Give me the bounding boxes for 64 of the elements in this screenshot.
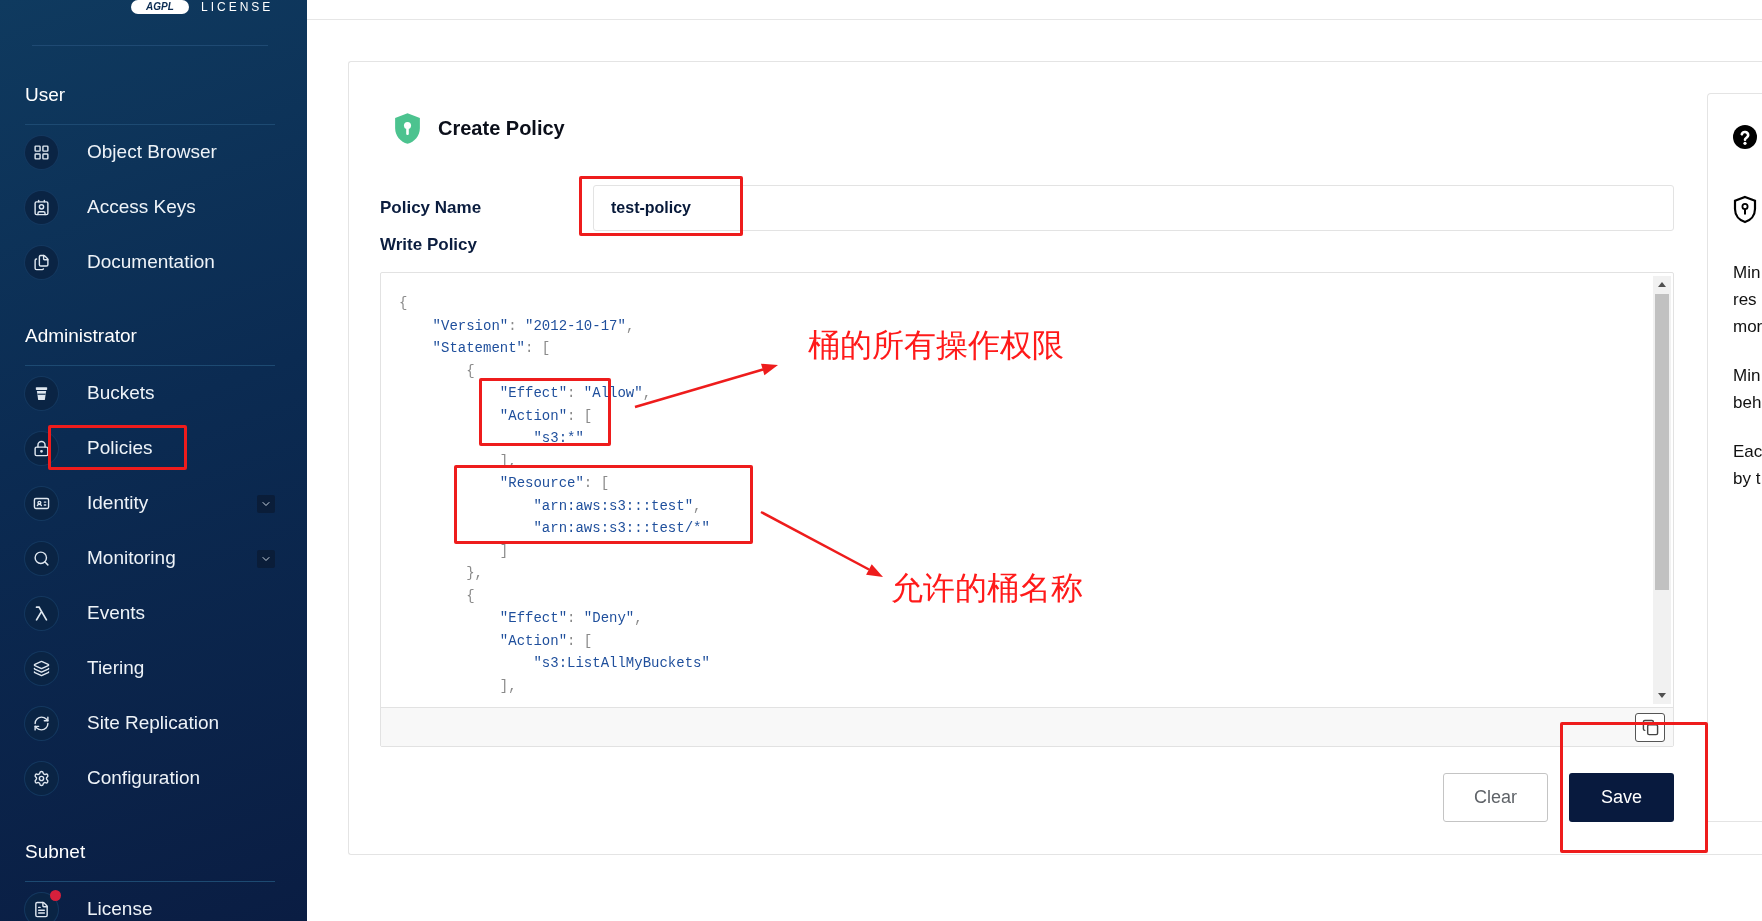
- sidebar-item[interactable]: Access Keys: [25, 180, 275, 235]
- code-line: "arn:aws:s3:::test",: [532, 496, 702, 516]
- field-label: Write Policy: [380, 234, 478, 256]
- scroll-up-arrow-icon[interactable]: [1658, 282, 1666, 287]
- id-card-icon: [25, 191, 58, 224]
- code-line: {: [465, 586, 475, 606]
- code-line: "s3:*": [532, 429, 584, 448]
- section-heading: Administrator: [25, 324, 138, 348]
- code-line: ],: [498, 676, 517, 696]
- license-logo: AGPL: [131, 0, 189, 14]
- sidebar-item[interactable]: Policies: [25, 421, 275, 476]
- code-line: "Statement": [: [431, 339, 551, 358]
- sidebar-item[interactable]: Configuration: [25, 751, 275, 806]
- shield-icon: [393, 111, 422, 145]
- code-line: "Effect": "Deny",: [498, 609, 643, 628]
- sidebar-item[interactable]: Documentation: [25, 235, 275, 290]
- section-heading: User: [25, 83, 67, 107]
- scrollbar-thumb[interactable]: [1655, 294, 1669, 590]
- code-line: "Version": "2012-10-17",: [431, 316, 635, 336]
- code-line: {: [465, 361, 475, 381]
- circular-arrows-icon: [25, 707, 58, 740]
- sidebar-item[interactable]: Tiering: [25, 641, 275, 696]
- help-text: Min beh: [1733, 365, 1762, 414]
- sidebar-item[interactable]: Monitoring: [25, 531, 257, 586]
- policy-name-input[interactable]: test-policy: [593, 185, 1674, 231]
- logo-caption: LICENSE: [201, 0, 274, 14]
- save-button[interactable]: Save: [1569, 773, 1674, 822]
- id-card-icon: [25, 487, 58, 520]
- grid-icon: [25, 136, 58, 169]
- code-line: "arn:aws:s3:::test/*": [532, 519, 710, 538]
- lambda-icon: [25, 597, 58, 630]
- field-label: Policy Name: [380, 197, 483, 220]
- annotation-text: 桶的所有操作权限: [808, 326, 1064, 365]
- help-text: Eac by t: [1733, 441, 1762, 490]
- scroll-down-arrow-icon[interactable]: [1658, 693, 1666, 698]
- documents-icon: [25, 246, 58, 279]
- sidebar-item[interactable]: License: [25, 882, 275, 921]
- form-title: Create Policy: [438, 116, 565, 141]
- code-line: {: [399, 294, 408, 313]
- copy-icon: [1641, 718, 1659, 736]
- magnifier-icon: [25, 542, 58, 575]
- shield-icon: [1733, 195, 1757, 224]
- code-line: "s3:ListAllMyBuckets": [532, 654, 710, 673]
- layers-icon: [25, 652, 58, 685]
- code-line: },: [465, 564, 483, 583]
- padlock-icon: [25, 432, 58, 465]
- code-line: "Action": [: [498, 406, 593, 426]
- sidebar-item[interactable]: Events: [25, 586, 275, 641]
- document-icon: [25, 893, 58, 921]
- section-heading: Subnet: [25, 840, 87, 864]
- sidebar-item[interactable]: Site Replication: [25, 696, 275, 751]
- sidebar-item[interactable]: Object Browser: [25, 125, 275, 180]
- code-line: "Action": [: [498, 631, 593, 651]
- clear-button[interactable]: Clear: [1443, 773, 1548, 822]
- code-line: "Resource": [: [498, 474, 610, 493]
- bucket-icon: [25, 377, 58, 410]
- sidebar-item[interactable]: Identity: [25, 476, 257, 531]
- settings-icon: [25, 762, 58, 795]
- help-text: Min res mor: [1733, 262, 1762, 338]
- sidebar-item[interactable]: Buckets: [25, 366, 275, 421]
- code-line: ]: [498, 541, 509, 561]
- help-icon: [1733, 125, 1757, 149]
- scrollbar[interactable]: [1653, 276, 1671, 704]
- annotation-text: 允许的桶名称: [891, 569, 1083, 608]
